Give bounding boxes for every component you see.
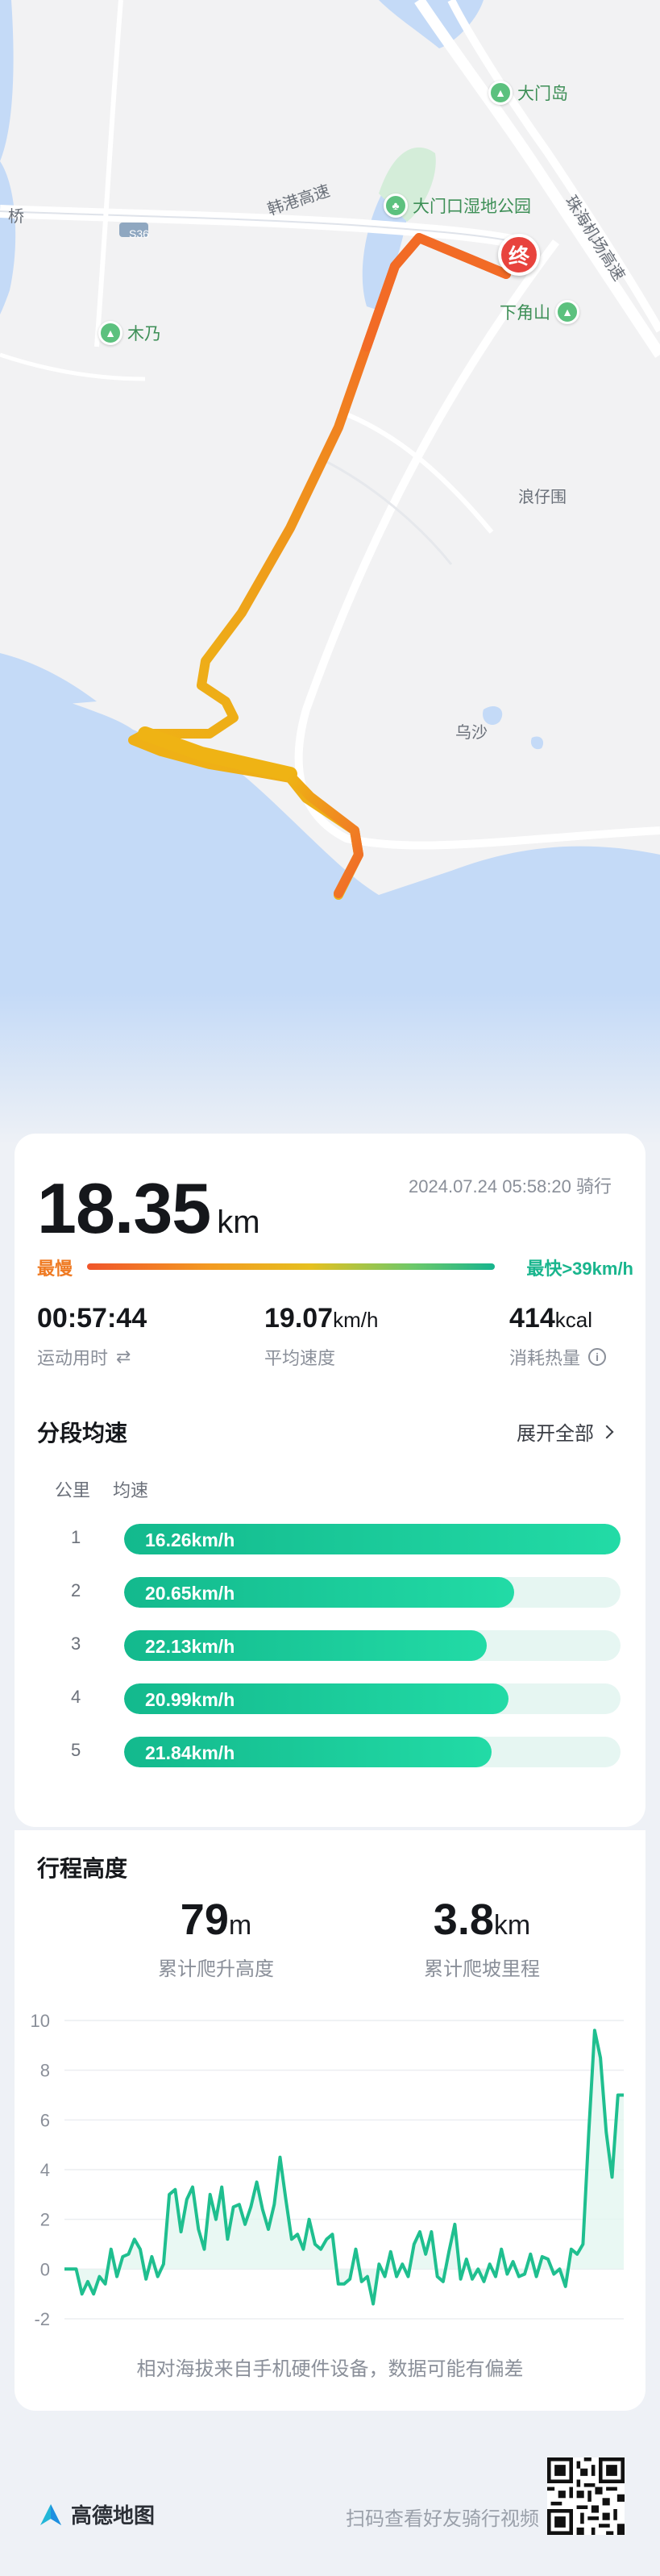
- poi-label: 大门岛: [517, 85, 568, 103]
- duration-stat[interactable]: 00:57:44 运动用时 ⇄: [37, 1303, 147, 1370]
- info-icon[interactable]: i: [588, 1348, 607, 1366]
- distance: 18.35 km: [37, 1167, 260, 1250]
- segment-row: 4 20.99km/h: [55, 1680, 621, 1733]
- poi-label: 木乃: [127, 325, 161, 343]
- map-canvas: [0, 0, 660, 1145]
- calories-unit: kcal: [554, 1308, 592, 1332]
- y-tick-label: -2: [34, 2309, 50, 2329]
- elevation-note: 相对海拔来自手机硬件设备，数据可能有偏差: [136, 2358, 524, 2380]
- y-tick-label: 10: [31, 2011, 50, 2031]
- climb-unit: m: [228, 1910, 252, 1941]
- poi-xiajiaoshan[interactable]: 下角山 ▲: [500, 300, 579, 324]
- duration-value: 00:57:44: [37, 1303, 147, 1334]
- route-end-marker[interactable]: 终: [498, 234, 540, 276]
- climb-stat: 79m 累计爬升高度: [95, 1895, 337, 1981]
- route-map[interactable]: S36 桥 韩港高速 珠海机场高速 浪仔围 乌沙 ▲ 大门岛 ♣ 大门口湿地公园…: [0, 0, 660, 1145]
- elevation-chart[interactable]: 10 8 6 4 2 0 -2: [15, 1996, 645, 2335]
- poi-damen-island[interactable]: ▲ 大门岛: [488, 81, 568, 105]
- avg-speed-label: 平均速度: [264, 1348, 336, 1368]
- fastest-label: 最快>39km/h: [526, 1259, 633, 1279]
- segment-bar: 20.65km/h: [124, 1577, 621, 1608]
- segment-km: 1: [71, 1527, 81, 1547]
- calories-value: 414: [509, 1303, 555, 1334]
- segment-bar: 16.26km/h: [124, 1524, 621, 1554]
- poi-label: 大门口湿地公园: [413, 198, 531, 216]
- speed-gradient-bar: [87, 1263, 495, 1270]
- poi-pin-icon: ▲: [98, 321, 122, 345]
- poi-muyi[interactable]: ▲ 木乃: [98, 321, 161, 345]
- calories-stat[interactable]: 414kcal 消耗热量 i: [509, 1303, 607, 1370]
- y-tick-label: 6: [40, 2110, 50, 2130]
- ride-stats: 00:57:44 运动用时 ⇄ 19.07km/h 平均速度 414kcal 消…: [37, 1303, 633, 1375]
- segment-km: 3: [71, 1633, 81, 1654]
- park-pin-icon: ♣: [384, 194, 408, 218]
- duration-label: 运动用时: [37, 1348, 109, 1368]
- segment-km: 5: [71, 1740, 81, 1760]
- elevation-card: 行程高度 79m 累计爬升高度 3.8km 累计爬坡里程 10 8 6 4 2 0 -2 相…: [15, 1830, 645, 2411]
- slope-distance-stat: 3.8km 累计爬坡里程: [361, 1895, 603, 1981]
- segment-bar: 21.84km/h: [124, 1737, 621, 1767]
- segment-km: 4: [71, 1687, 81, 1707]
- segment-row: 3 22.13km/h: [55, 1627, 621, 1680]
- speed-legend: 最慢 最快>39km/h: [37, 1255, 633, 1279]
- y-tick-label: 8: [40, 2061, 50, 2081]
- segments-header: 公里 均速: [55, 1476, 148, 1502]
- segment-row: 2 20.65km/h: [55, 1574, 621, 1627]
- elevation-line: [64, 2029, 624, 2306]
- scan-hint: 扫码查看好友骑行视频: [346, 2508, 539, 2530]
- segment-km: 2: [71, 1580, 81, 1600]
- brand-name: 高德地图: [71, 2503, 156, 2528]
- poi-wetland-park[interactable]: ♣ 大门口湿地公园: [384, 194, 531, 218]
- calories-label: 消耗热量: [509, 1348, 581, 1368]
- segment-speed: 21.84km/h: [145, 1742, 235, 1763]
- slowest-label: 最慢: [37, 1259, 73, 1279]
- ride-summary-card: 18.35 km 2024.07.24 05:58:20 骑行 最慢 最快>39…: [15, 1134, 645, 1827]
- poi-pin-icon: ▲: [488, 81, 513, 105]
- col-km: 公里: [55, 1480, 91, 1500]
- y-tick-label: 2: [40, 2210, 50, 2230]
- segments-title: 分段均速: [37, 1421, 128, 1446]
- avg-speed-unit: km/h: [333, 1308, 379, 1332]
- segment-bar: 20.99km/h: [124, 1683, 621, 1714]
- segment-row: 5 21.84km/h: [55, 1733, 621, 1787]
- segments-list: 1 16.26km/h 2 20.65km/h 3 22.13km/h 4 20…: [55, 1521, 621, 1787]
- poi-label: 下角山: [500, 304, 550, 323]
- share-footer: 高德地图 扫码查看好友骑行视频: [0, 2427, 660, 2576]
- chevron-right-icon: [600, 1425, 614, 1438]
- map-label-qiao: 桥: [8, 208, 24, 226]
- avg-speed-stat: 19.07km/h 平均速度: [264, 1303, 378, 1370]
- ride-datetime: 2024.07.24 05:58:20 骑行: [409, 1176, 612, 1196]
- segment-speed: 20.99km/h: [145, 1689, 235, 1710]
- y-tick-label: 4: [40, 2160, 50, 2180]
- y-tick-label: 0: [40, 2259, 50, 2279]
- segment-row: 1 16.26km/h: [55, 1521, 621, 1574]
- slope-distance-label: 累计爬坡里程: [424, 1958, 540, 1980]
- distance-value: 18.35: [37, 1168, 211, 1248]
- expand-all-label: 展开全部: [517, 1423, 594, 1445]
- expand-all-button[interactable]: 展开全部: [517, 1417, 614, 1446]
- climb-value: 79: [180, 1896, 229, 1944]
- brand-logo: 高德地图: [37, 2499, 155, 2529]
- elevation-stats: 79m 累计爬升高度 3.8km 累计爬坡里程: [15, 1895, 645, 1983]
- segment-speed: 16.26km/h: [145, 1529, 235, 1550]
- slope-distance-unit: km: [493, 1910, 531, 1941]
- avg-speed-value: 19.07: [264, 1303, 334, 1334]
- map-label-langzaiwei: 浪仔围: [518, 489, 567, 506]
- segment-speed: 22.13km/h: [145, 1636, 235, 1657]
- poi-pin-icon: ▲: [555, 300, 579, 324]
- slope-distance-value: 3.8: [433, 1896, 494, 1944]
- distance-unit: km: [217, 1205, 260, 1240]
- amap-logo-icon: [40, 2503, 61, 2525]
- climb-label: 累计爬升高度: [158, 1958, 274, 1980]
- col-speed: 均速: [113, 1480, 149, 1500]
- elevation-title: 行程高度: [37, 1856, 128, 1881]
- qr-code[interactable]: [547, 2457, 625, 2535]
- swap-icon[interactable]: ⇄: [116, 1346, 131, 1367]
- road-badge: S36: [129, 227, 149, 240]
- map-label-wusha: 乌沙: [455, 724, 488, 742]
- segment-bar: 22.13km/h: [124, 1630, 621, 1661]
- segment-speed: 20.65km/h: [145, 1583, 235, 1604]
